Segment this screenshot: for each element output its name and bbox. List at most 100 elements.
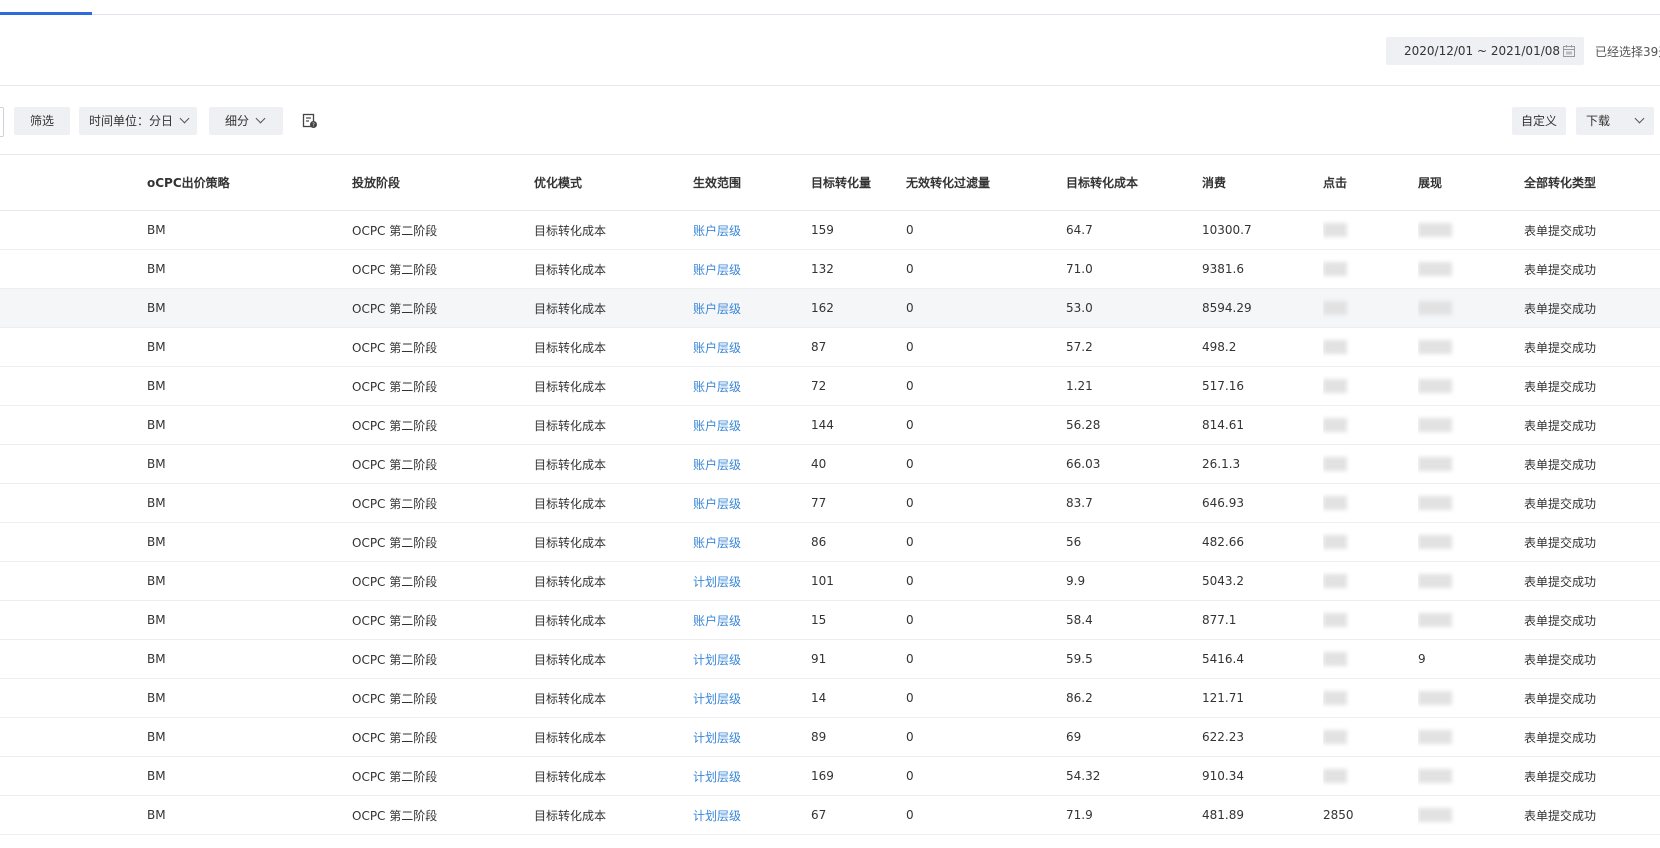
column-header[interactable]: 全部转化类型 <box>1524 154 1660 211</box>
cell-type: 表单提交成功 <box>1524 730 1597 745</box>
breakdown-label: 细分 <box>225 114 250 128</box>
download-dropdown[interactable]: 下载 <box>1576 107 1654 135</box>
cell-scope[interactable]: 账户层级 <box>693 224 741 238</box>
date-range-text: 2020/12/01 ~ 2021/01/08 <box>1404 44 1561 58</box>
cell-mode: 目标转化成本 <box>534 262 607 277</box>
table-row: BM OCPC 第二阶段 目标转化成本 计划层级 89 0 69 622.23 表单提交成功 <box>0 717 1660 757</box>
redacted-value <box>1323 730 1347 745</box>
cell-scope[interactable]: 账户层级 <box>693 302 741 316</box>
cell-scope[interactable]: 计划层级 <box>693 731 741 745</box>
cell-strategy: BM <box>147 613 166 627</box>
cell-scope[interactable]: 计划层级 <box>693 653 741 667</box>
svg-text:?: ? <box>312 123 315 129</box>
cell-mode: 目标转化成本 <box>534 418 607 433</box>
cell-scope[interactable]: 账户层级 <box>693 458 741 472</box>
column-header[interactable]: 生效范围 <box>693 154 811 211</box>
cell-scope[interactable]: 账户层级 <box>693 536 741 550</box>
redacted-value <box>1323 574 1347 589</box>
cell-invalid: 0 <box>906 496 914 510</box>
cell-strategy: BM <box>147 691 166 705</box>
cell-conv: 14 <box>811 691 827 705</box>
redacted-value <box>1418 418 1452 433</box>
cell-spend: 10300.7 <box>1202 223 1252 237</box>
column-header[interactable]: oCPC出价策略 <box>147 154 352 211</box>
column-header[interactable]: 消费 <box>1202 154 1323 211</box>
column-header[interactable]: 目标转化量 <box>811 154 906 211</box>
cell-spend: 877.1 <box>1202 613 1237 627</box>
column-header[interactable]: 无效转化过滤量 <box>906 154 1066 211</box>
cell-mode: 目标转化成本 <box>534 535 607 550</box>
cell-strategy: BM <box>147 379 166 393</box>
time-unit-label: 时间单位：分日 <box>89 114 174 128</box>
cell-strategy: BM <box>147 262 166 276</box>
cell-conv: 87 <box>811 340 827 354</box>
redacted-value <box>1418 535 1452 550</box>
download-label: 下载 <box>1586 114 1611 128</box>
cell-cost: 86.2 <box>1066 691 1093 705</box>
column-header[interactable]: 优化模式 <box>534 154 693 211</box>
cell-scope[interactable]: 账户层级 <box>693 419 741 433</box>
redacted-value <box>1418 613 1452 628</box>
cell-invalid: 0 <box>906 262 914 276</box>
cell-spend: 498.2 <box>1202 340 1237 354</box>
cell-scope[interactable]: 计划层级 <box>693 575 741 589</box>
breakdown-dropdown[interactable]: 细分 <box>209 107 283 135</box>
cell-impr: 9 <box>1418 652 1426 666</box>
cell-strategy: BM <box>147 223 166 237</box>
date-range-picker[interactable]: 2020/12/01 ~ 2021/01/08 <box>1386 37 1584 65</box>
column-header[interactable]: 展现 <box>1418 154 1524 211</box>
column-header[interactable]: 目标转化成本 <box>1066 154 1202 211</box>
cell-conv: 144 <box>811 418 834 432</box>
table-row: BM OCPC 第二阶段 目标转化成本 账户层级 159 0 64.7 10300.7 表单提交… <box>0 210 1660 250</box>
redacted-value <box>1418 574 1452 589</box>
cell-cost: 54.32 <box>1066 769 1101 783</box>
cell-mode: 目标转化成本 <box>534 574 607 589</box>
redacted-value <box>1323 457 1347 472</box>
cell-cost: 83.7 <box>1066 496 1093 510</box>
report-settings-icon[interactable]: ? <box>302 113 318 129</box>
filter-button[interactable]: 筛选 <box>14 107 70 135</box>
cell-stage: OCPC 第二阶段 <box>352 535 438 550</box>
cell-mode: 目标转化成本 <box>534 808 607 823</box>
cell-stage: OCPC 第二阶段 <box>352 340 438 355</box>
time-unit-dropdown[interactable]: 时间单位：分日 <box>79 107 197 135</box>
redacted-value <box>1418 808 1452 823</box>
left-toolbar-button[interactable] <box>0 107 4 137</box>
cell-scope[interactable]: 账户层级 <box>693 341 741 355</box>
table-row: BM OCPC 第二阶段 目标转化成本 账户层级 132 0 71.0 9381.6 表单提交成… <box>0 249 1660 289</box>
table-row: BM OCPC 第二阶段 目标转化成本 计划层级 67 0 71.9 481.89 2850 表单… <box>0 795 1660 835</box>
cell-cost: 59.5 <box>1066 652 1093 666</box>
cell-conv: 159 <box>811 223 834 237</box>
cell-mode: 目标转化成本 <box>534 769 607 784</box>
cell-scope[interactable]: 计划层级 <box>693 770 741 784</box>
selected-days-count: 已经选择39天 <box>1595 45 1660 59</box>
cell-scope[interactable]: 账户层级 <box>693 614 741 628</box>
cell-scope[interactable]: 账户层级 <box>693 497 741 511</box>
column-header[interactable]: 投放阶段 <box>352 154 534 211</box>
table-row: BM OCPC 第二阶段 目标转化成本 计划层级 169 0 54.32 910.34 表单提交… <box>0 756 1660 796</box>
cell-conv: 67 <box>811 808 827 822</box>
table-row: BM OCPC 第二阶段 目标转化成本 账户层级 72 0 1.21 517.16 表单提交成功 <box>0 366 1660 406</box>
cell-conv: 86 <box>811 535 827 549</box>
cell-conv: 91 <box>811 652 827 666</box>
column-header[interactable]: 点击 <box>1323 154 1418 211</box>
cell-scope[interactable]: 计划层级 <box>693 692 741 706</box>
cell-scope[interactable]: 账户层级 <box>693 380 741 394</box>
customize-button[interactable]: 自定义 <box>1512 107 1566 135</box>
redacted-value <box>1323 223 1347 238</box>
cell-cost: 69 <box>1066 730 1082 744</box>
cell-strategy: BM <box>147 457 166 471</box>
cell-scope[interactable]: 账户层级 <box>693 263 741 277</box>
cell-cost: 64.7 <box>1066 223 1093 237</box>
cell-conv: 77 <box>811 496 827 510</box>
redacted-value <box>1418 223 1452 238</box>
cell-invalid: 0 <box>906 379 914 393</box>
cell-strategy: BM <box>147 496 166 510</box>
cell-cost: 56.28 <box>1066 418 1101 432</box>
redacted-value <box>1323 613 1347 628</box>
cell-stage: OCPC 第二阶段 <box>352 613 438 628</box>
cell-scope[interactable]: 计划层级 <box>693 809 741 823</box>
cell-stage: OCPC 第二阶段 <box>352 379 438 394</box>
cell-mode: 目标转化成本 <box>534 730 607 745</box>
cell-strategy: BM <box>147 652 166 666</box>
